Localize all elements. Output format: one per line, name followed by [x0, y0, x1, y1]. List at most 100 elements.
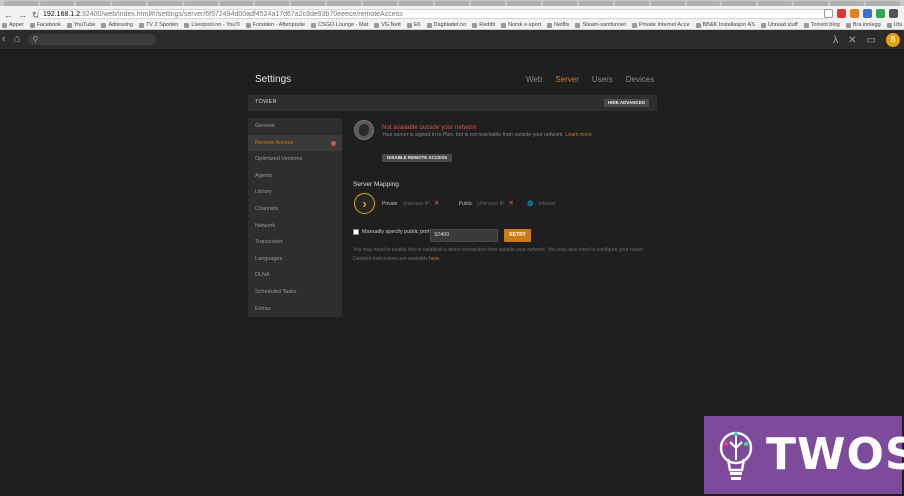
search-input[interactable]: ⚲: [28, 33, 157, 45]
extension-blue-icon[interactable]: [863, 9, 872, 18]
settings-wrench-icon[interactable]: ✕: [848, 35, 856, 46]
sidebar-item-label: Scheduled Tasks: [255, 288, 297, 295]
bookmark-favicon-icon: [138, 22, 144, 28]
extension-green-icon[interactable]: [876, 9, 885, 18]
bookmark-item[interactable]: Adressing: [101, 21, 133, 29]
bookmark-item[interactable]: Unread stuff: [760, 21, 798, 29]
forward-icon[interactable]: →: [18, 10, 27, 21]
search-icon: ⚲: [32, 34, 39, 44]
bookmark-item[interactable]: E6: [406, 21, 421, 29]
bookmark-label: Adressing: [108, 22, 133, 28]
sidebar-item-languages[interactable]: Languages: [248, 251, 342, 268]
bookmark-favicon-icon: [886, 22, 892, 28]
manual-port-label: Manually specify public port: [362, 229, 430, 235]
browser-toolbar: ← → ↻ 192.168.1.2:32400/web/index.html#!…: [0, 6, 904, 30]
sidebar-item-agents[interactable]: Agents: [248, 168, 342, 185]
hide-advanced-button[interactable]: HIDE ADVANCED: [603, 99, 649, 107]
help-here-link[interactable]: here: [429, 256, 439, 262]
sidebar-item-remote-access[interactable]: Remote Access: [248, 134, 342, 152]
extension-orange-icon[interactable]: [850, 9, 859, 18]
bookmark-favicon-icon: [575, 22, 581, 28]
avatar[interactable]: B: [886, 33, 900, 47]
star-icon[interactable]: [824, 9, 833, 18]
bookmark-favicon-icon: [695, 22, 701, 28]
bookmark-item[interactable]: YouTube: [66, 21, 95, 29]
sidebar-item-scheduled-tasks[interactable]: Scheduled Tasks: [248, 284, 342, 301]
bookmark-item[interactable]: CSGO Lounge - Mat: [311, 21, 368, 29]
cast-icon[interactable]: ▭: [867, 35, 876, 46]
bookmark-item[interactable]: Norsk e-sport: [501, 21, 541, 29]
menu-icon[interactable]: [889, 9, 898, 18]
bookmark-item[interactable]: Liverpool.no - YouTi: [184, 21, 240, 29]
bookmark-item[interactable]: Netflix: [547, 21, 569, 29]
activity-icon[interactable]: λ: [833, 35, 838, 46]
sidebar-item-transcoder[interactable]: Transcoder: [248, 234, 342, 251]
sidebar-item-label: Channels: [255, 205, 279, 212]
back-icon[interactable]: ←: [4, 10, 13, 21]
sidebar-item-optimized-versions[interactable]: Optimized Versions: [248, 151, 342, 168]
bookmark-favicon-icon: [631, 22, 637, 28]
settings-sidebar: General Remote Access Optimized Versions…: [248, 118, 342, 317]
bookmark-favicon-icon: [472, 22, 478, 28]
extension-red-icon[interactable]: [837, 9, 846, 18]
bookmark-label: Facebook: [36, 22, 61, 28]
bookmark-favicon-icon: [2, 22, 7, 28]
sidebar-item-label: Optimized Versions: [255, 156, 303, 163]
bookmark-label: Steam-samfunnet: [582, 22, 626, 28]
tab-server[interactable]: Server: [555, 75, 579, 84]
bookmark-item[interactable]: Forsiden - Aftenposte: [245, 21, 305, 29]
bookmark-favicon-icon: [501, 22, 507, 28]
public-port-input[interactable]: 32400: [430, 229, 498, 242]
bookmark-item[interactable]: VG Nett: [374, 21, 401, 29]
bookmark-item[interactable]: Dagbladet.no: [426, 21, 467, 29]
sidebar-item-library[interactable]: Library: [248, 184, 342, 201]
bookmark-label: Dagbladet.no: [433, 22, 467, 28]
sidebar-item-general[interactable]: General: [248, 118, 342, 135]
bookmark-label: Unread stuff: [767, 22, 798, 28]
help-text-body: You may need to enable this to establish…: [353, 247, 645, 262]
bookmark-item[interactable]: Reddit: [472, 21, 495, 29]
bookmark-item[interactable]: Facebook: [29, 21, 61, 29]
settings-tabs: Web Server Users Devices: [526, 75, 654, 84]
address-bar[interactable]: 192.168.1.2:32400/web/index.html#!/setti…: [38, 9, 828, 19]
home-icon[interactable]: ⌂: [14, 33, 21, 45]
lightbulb-icon: [719, 431, 753, 480]
bookmark-item[interactable]: Bra innlegg: [845, 21, 881, 29]
tab-users[interactable]: Users: [592, 75, 613, 84]
sidebar-item-channels[interactable]: Channels: [248, 201, 342, 218]
bookmark-label: E6: [413, 22, 421, 28]
error-x-icon: ×: [509, 200, 514, 207]
bookmark-label: Liverpool.no - YouTi: [191, 22, 240, 28]
tab-devices[interactable]: Devices: [626, 75, 654, 84]
learn-more-link[interactable]: Learn more: [565, 132, 592, 138]
bookmark-item[interactable]: Torrent blog: [803, 21, 840, 29]
status-description-text: Your server is signed in to Plex, but is…: [382, 132, 564, 138]
tab-web[interactable]: Web: [526, 75, 542, 84]
retry-button[interactable]: RETRY: [504, 229, 531, 242]
bookmark-item[interactable]: TV 2 Sporten: [138, 21, 178, 29]
plex-top-bar: ‹ ⌂ ⚲ λ ✕ ▭ B: [0, 30, 904, 50]
bookmark-label: VG Nett: [381, 22, 401, 28]
browser-nav: ← → ↻: [4, 10, 40, 21]
bookmark-item[interactable]: Steam-samfunnet: [575, 21, 626, 29]
disable-remote-access-button[interactable]: DISABLE REMOTE ACCESS: [382, 154, 453, 162]
bookmark-item[interactable]: Ubiquiti network: [886, 21, 902, 29]
bookmark-item[interactable]: BB&K Installasjon AS: [695, 21, 755, 29]
url-host: 192.168.1.2: [43, 11, 80, 18]
sidebar-item-label: Library: [255, 189, 272, 196]
bookmark-favicon-icon: [845, 22, 851, 28]
sidebar-item-network[interactable]: Network: [248, 218, 342, 235]
server-mapping-row: Private Unknown IP × Public Unknown IP ×…: [382, 200, 556, 207]
sidebar-item-dlna[interactable]: DLNA: [248, 267, 342, 284]
private-label: Private: [382, 200, 398, 207]
sidebar-item-extras[interactable]: Extras: [248, 301, 342, 318]
bookmark-favicon-icon: [311, 22, 317, 28]
bookmark-item[interactable]: Private Internet Acce: [631, 21, 690, 29]
bookmark-item[interactable]: Apper: [2, 21, 24, 29]
bookmark-label: Netflix: [554, 22, 570, 28]
manual-port-checkbox[interactable]: [353, 229, 359, 235]
server-bar: TOWER HIDE ADVANCED: [248, 95, 657, 111]
error-x-icon: ×: [434, 200, 439, 207]
extension-icons: [824, 9, 898, 18]
back-arrow-icon[interactable]: ‹: [2, 33, 6, 45]
